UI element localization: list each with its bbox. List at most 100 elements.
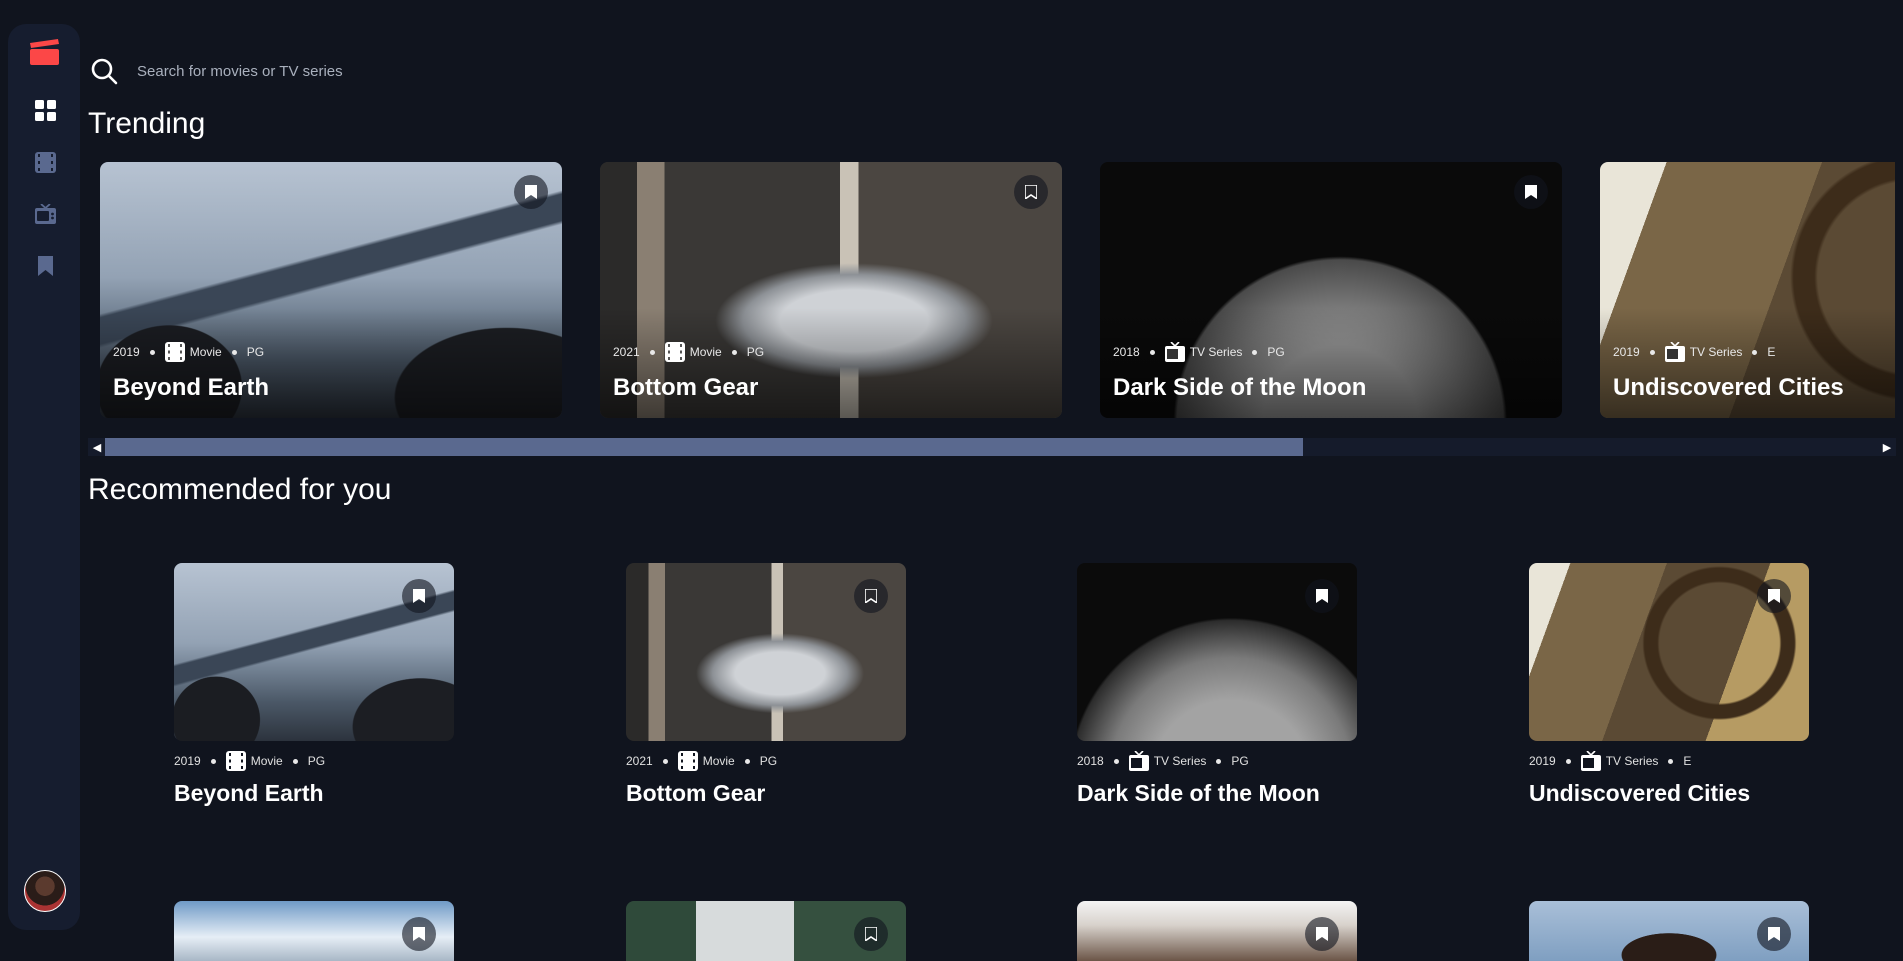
bookmark-icon bbox=[865, 589, 877, 603]
card-year: 2018 bbox=[1113, 345, 1140, 359]
card-year: 2019 bbox=[1529, 754, 1556, 768]
scrollbar-thumb[interactable] bbox=[105, 438, 1303, 456]
bookmark-icon bbox=[1768, 589, 1780, 603]
trending-scrollbar[interactable]: ◀ ▶ bbox=[88, 438, 1896, 456]
card-year: 2021 bbox=[626, 754, 653, 768]
bookmark-button[interactable] bbox=[1757, 917, 1791, 951]
home-grid-icon[interactable] bbox=[33, 98, 57, 122]
tv-series-icon[interactable] bbox=[33, 202, 57, 226]
bookmark-button[interactable] bbox=[1305, 579, 1339, 613]
card-year: 2019 bbox=[113, 345, 140, 359]
trending-heading: Trending bbox=[88, 107, 206, 140]
card-rating: PG bbox=[1231, 754, 1249, 768]
card-meta: 2019 Movie PG bbox=[174, 751, 454, 771]
bookmark-icon bbox=[413, 589, 425, 603]
recommended-heading: Recommended for you bbox=[88, 473, 392, 506]
avatar[interactable] bbox=[24, 870, 66, 912]
card-title: Beyond Earth bbox=[174, 780, 324, 806]
card-thumbnail[interactable] bbox=[1077, 901, 1357, 961]
trending-card[interactable]: 2018 TV Series PG Dark Side of the Moon bbox=[1100, 162, 1562, 418]
scroll-left-arrow-icon[interactable]: ◀ bbox=[88, 438, 106, 456]
card-rating: PG bbox=[1267, 345, 1285, 359]
card-category: TV Series bbox=[1153, 754, 1207, 768]
card-thumbnail[interactable] bbox=[1529, 563, 1809, 741]
card-meta: 2019 TV Series E bbox=[1613, 342, 1775, 362]
card-meta: 2018 TV Series PG bbox=[1077, 751, 1357, 771]
trending-card[interactable]: 2019 Movie PG Beyond Earth bbox=[100, 162, 562, 418]
tv-icon bbox=[1128, 751, 1149, 771]
trending-card[interactable]: 2019 TV Series E Undiscovered Cities bbox=[1600, 162, 1895, 418]
card-category: Movie bbox=[189, 345, 222, 359]
card-category: Movie bbox=[702, 754, 735, 768]
card-thumbnail[interactable] bbox=[174, 563, 454, 741]
card-category: TV Series bbox=[1605, 754, 1659, 768]
film-icon bbox=[164, 342, 185, 362]
recommended-card[interactable]: 2019 Movie PG Beyond Earth bbox=[174, 563, 454, 807]
card-rating: PG bbox=[246, 345, 265, 359]
card-year: 2019 bbox=[1613, 345, 1640, 359]
card-thumbnail[interactable] bbox=[626, 901, 906, 961]
card-rating: E bbox=[1683, 754, 1692, 768]
bookmark-icon bbox=[1768, 927, 1780, 941]
card-thumbnail[interactable] bbox=[1077, 563, 1357, 741]
card-title: Beyond Earth bbox=[113, 374, 270, 401]
bookmark-icon bbox=[1025, 185, 1037, 199]
film-icon bbox=[225, 751, 246, 771]
card-year: 2019 bbox=[174, 754, 201, 768]
search-icon bbox=[91, 58, 118, 85]
bookmark-icon bbox=[865, 927, 877, 941]
card-thumbnail[interactable] bbox=[174, 901, 454, 961]
card-rating: PG bbox=[307, 754, 326, 768]
bookmark-icon[interactable] bbox=[33, 254, 57, 278]
bookmark-button[interactable] bbox=[854, 579, 888, 613]
trending-carousel[interactable]: 2019 Movie PG Beyond Earth 2021 Movie PG… bbox=[100, 162, 1895, 418]
bookmark-button[interactable] bbox=[402, 917, 436, 951]
card-category: Movie bbox=[250, 754, 283, 768]
bookmark-icon bbox=[525, 185, 537, 199]
card-rating: PG bbox=[759, 754, 778, 768]
bookmark-icon bbox=[413, 927, 425, 941]
recommended-card[interactable]: 2019 TV Series E Undiscovered Cities bbox=[1529, 563, 1809, 807]
card-meta: 2018 TV Series PG bbox=[1113, 342, 1285, 362]
bookmark-button[interactable] bbox=[854, 917, 888, 951]
sidebar bbox=[8, 24, 80, 930]
card-thumbnail[interactable] bbox=[1529, 901, 1809, 961]
bookmark-button[interactable] bbox=[1757, 579, 1791, 613]
bookmark-button[interactable] bbox=[1514, 175, 1548, 209]
card-rating: E bbox=[1767, 345, 1776, 359]
card-meta: 2021 Movie PG bbox=[613, 342, 764, 362]
scroll-right-arrow-icon[interactable]: ▶ bbox=[1878, 438, 1896, 456]
film-icon bbox=[664, 342, 685, 362]
search-input[interactable] bbox=[135, 55, 739, 87]
tv-icon bbox=[1664, 342, 1685, 362]
card-title: Dark Side of the Moon bbox=[1113, 374, 1367, 401]
card-meta: 2019 TV Series E bbox=[1529, 751, 1809, 771]
card-title: Undiscovered Cities bbox=[1613, 374, 1844, 401]
card-year: 2018 bbox=[1077, 754, 1104, 768]
bookmark-icon bbox=[1316, 927, 1328, 941]
card-title: Dark Side of the Moon bbox=[1077, 780, 1320, 806]
card-category: TV Series bbox=[1689, 345, 1743, 359]
card-title: Undiscovered Cities bbox=[1529, 780, 1751, 806]
movie-clapperboard-icon[interactable] bbox=[27, 38, 61, 66]
recommended-card[interactable]: 2018 TV Series PG Dark Side of the Moon bbox=[1077, 563, 1357, 807]
card-title: Bottom Gear bbox=[626, 780, 766, 806]
card-category: Movie bbox=[689, 345, 722, 359]
tv-icon bbox=[1580, 751, 1601, 771]
bookmark-icon bbox=[1525, 185, 1537, 199]
card-category: TV Series bbox=[1189, 345, 1243, 359]
bookmark-button[interactable] bbox=[514, 175, 548, 209]
card-thumbnail[interactable] bbox=[626, 563, 906, 741]
bookmark-button[interactable] bbox=[402, 579, 436, 613]
bookmark-button[interactable] bbox=[1305, 917, 1339, 951]
bookmark-button[interactable] bbox=[1014, 175, 1048, 209]
movies-icon[interactable] bbox=[33, 150, 57, 174]
card-year: 2021 bbox=[613, 345, 640, 359]
bookmark-icon bbox=[1316, 589, 1328, 603]
tv-icon bbox=[1164, 342, 1185, 362]
card-meta: 2021 Movie PG bbox=[626, 751, 906, 771]
card-rating: PG bbox=[746, 345, 765, 359]
recommended-card[interactable]: 2021 Movie PG Bottom Gear bbox=[626, 563, 906, 807]
card-meta: 2019 Movie PG bbox=[113, 342, 264, 362]
trending-card[interactable]: 2021 Movie PG Bottom Gear bbox=[600, 162, 1062, 418]
